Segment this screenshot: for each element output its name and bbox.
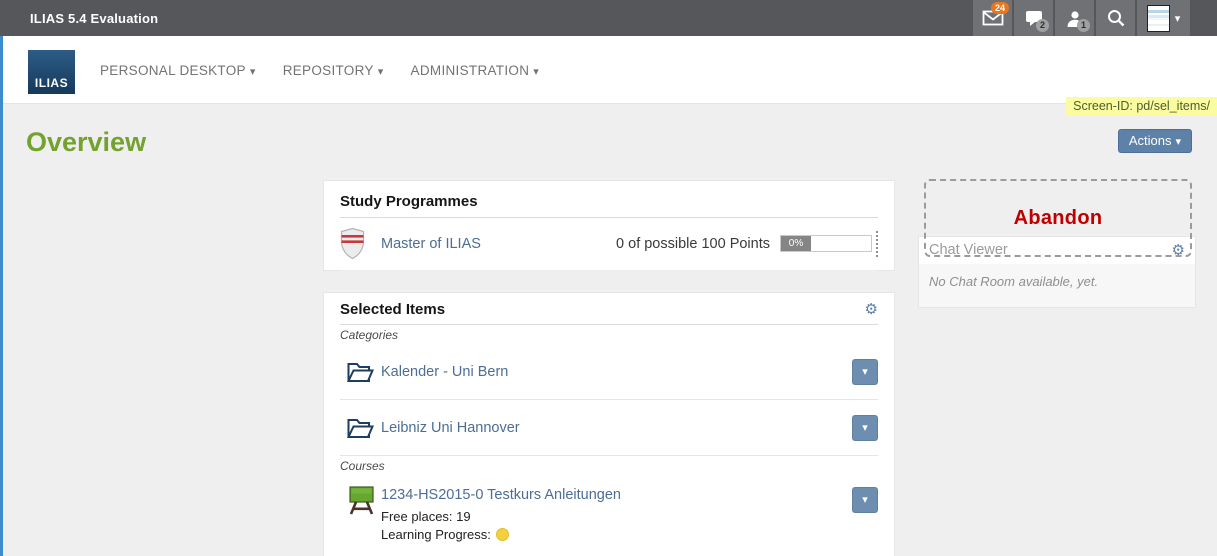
- ilias-logo[interactable]: ILIAS: [28, 50, 75, 94]
- users-button[interactable]: 1: [1055, 0, 1094, 36]
- folder-icon: [347, 361, 374, 383]
- page-left-accent: [0, 36, 3, 556]
- points-text: 0 of possible 100 Points: [616, 236, 770, 252]
- selected-items-panel: Selected Items ⚙ Categories Kalender - U…: [323, 292, 895, 556]
- section-label-categories: Categories: [340, 325, 878, 344]
- nav-item-administration[interactable]: ADMINISTRATION▾: [411, 63, 540, 78]
- main-menu: PERSONAL DESKTOP▾ REPOSITORY▾ ADMINISTRA…: [100, 36, 566, 104]
- caret-down-icon: ▾: [533, 66, 539, 78]
- profile-menu-button[interactable]: ▾: [1137, 0, 1190, 36]
- caret-down-icon: ▾: [1175, 136, 1181, 148]
- item-actions-dropdown[interactable]: ▾: [852, 415, 878, 441]
- list-item-kalender: Kalender - Uni Bern ▾: [340, 344, 878, 400]
- list-item-leibniz: Leibniz Uni Hannover ▾: [340, 400, 878, 456]
- main-column: Study Programmes Master of ILIAS 0 of po…: [323, 180, 895, 556]
- panel-title: Study Programmes: [340, 193, 878, 210]
- chat-empty-message: No Chat Room available, yet.: [929, 274, 1098, 289]
- panel-title: Selected Items: [340, 301, 445, 318]
- folder-icon: [347, 417, 374, 439]
- caret-down-icon: ▾: [1175, 12, 1181, 25]
- page-title: Overview: [26, 127, 146, 158]
- user-badge: 1: [1077, 19, 1090, 32]
- section-label-courses: Courses: [340, 456, 878, 475]
- avatar-image: [1147, 5, 1170, 32]
- item-link[interactable]: Kalender - Uni Bern: [381, 364, 508, 380]
- study-programme-link[interactable]: Master of ILIAS: [381, 236, 481, 252]
- topbar: ILIAS 5.4 Evaluation 24 2: [0, 0, 1217, 36]
- course-link[interactable]: 1234-HS2015-0 Testkurs Anleitungen: [381, 487, 621, 503]
- item-actions-dropdown[interactable]: ▾: [852, 487, 878, 513]
- item-link[interactable]: Leibniz Uni Hannover: [381, 420, 520, 436]
- progress-value: 0%: [781, 236, 811, 251]
- study-programmes-panel: Study Programmes Master of ILIAS 0 of po…: [323, 180, 895, 271]
- caret-down-icon: ▾: [250, 66, 256, 78]
- app-title: ILIAS 5.4 Evaluation: [30, 11, 158, 26]
- search-icon: [1106, 8, 1126, 28]
- abandon-label: Abandon: [1014, 207, 1103, 230]
- free-places-text: Free places: 19: [381, 509, 621, 524]
- ilias-page: ILIAS 5.4 Evaluation 24 2: [0, 0, 1217, 556]
- course-board-icon: [347, 485, 376, 516]
- caret-down-icon: ▾: [862, 366, 868, 378]
- chat-badge: 2: [1036, 19, 1049, 32]
- actions-button[interactable]: Actions▾: [1118, 129, 1192, 153]
- progress-bar: 0%: [780, 235, 872, 252]
- mail-button[interactable]: 24: [973, 0, 1012, 36]
- mail-badge: 24: [991, 2, 1009, 14]
- caret-down-icon: ▾: [862, 494, 868, 506]
- selected-items-header: Selected Items ⚙: [340, 301, 878, 318]
- main-navbar: ILIAS PERSONAL DESKTOP▾ REPOSITORY▾ ADMI…: [0, 36, 1217, 104]
- caret-down-icon: ▾: [378, 66, 384, 78]
- gear-icon[interactable]: ⚙: [865, 302, 878, 317]
- chat-button[interactable]: 2: [1014, 0, 1053, 36]
- item-actions-dropdown[interactable]: ▾: [852, 359, 878, 385]
- list-item-course: 1234-HS2015-0 Testkurs Anleitungen Free …: [340, 475, 878, 554]
- learning-progress-line: Learning Progress:: [381, 527, 621, 542]
- shield-icon: [340, 227, 365, 260]
- learning-progress-status-icon: [496, 528, 509, 541]
- nav-item-repository[interactable]: REPOSITORY▾: [283, 63, 384, 78]
- drop-zone[interactable]: Abandon: [924, 179, 1192, 257]
- topbar-icons: 24 2 1: [971, 0, 1190, 36]
- caret-down-icon: ▾: [862, 422, 868, 434]
- screen-id-badge: Screen-ID: pd/sel_items/: [1066, 97, 1217, 116]
- search-button[interactable]: [1096, 0, 1135, 36]
- chat-viewer-body: No Chat Room available, yet.: [919, 264, 1195, 307]
- dotted-separator: [876, 231, 878, 257]
- study-programme-row: Master of ILIAS 0 of possible 100 Points…: [340, 218, 878, 271]
- nav-item-personal-desktop[interactable]: PERSONAL DESKTOP▾: [100, 63, 256, 78]
